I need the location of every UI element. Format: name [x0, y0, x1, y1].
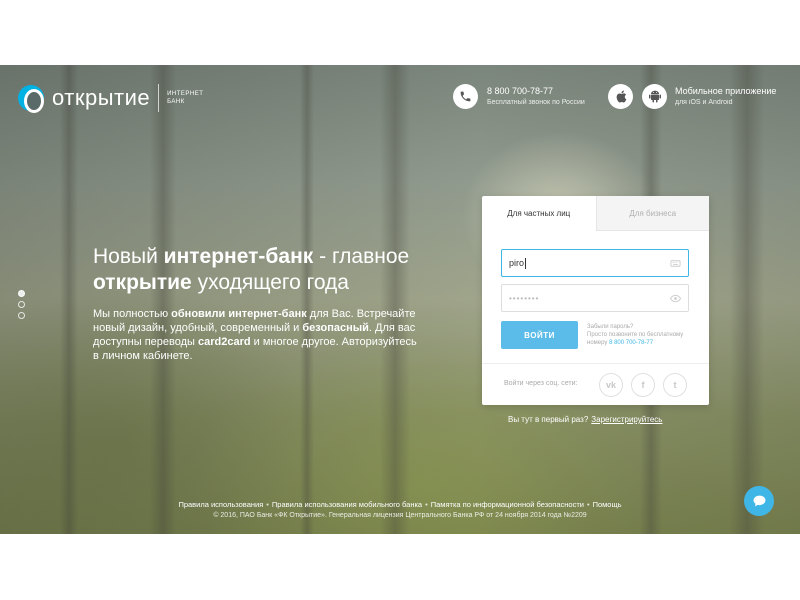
description-bold: card2card — [197, 336, 251, 348]
promo-headline: Новый интернет-банк - главное открытие у… — [93, 244, 453, 296]
description-bold: обновили интернет-банк — [171, 308, 307, 320]
login-input[interactable]: piro — [501, 249, 689, 277]
ios-app-button[interactable] — [608, 84, 633, 109]
slider-dot[interactable] — [18, 301, 25, 308]
phone-note: Бесплатный звонок по России — [487, 99, 585, 106]
headline-text: Новый — [93, 245, 164, 268]
headline-text: - главное — [313, 245, 410, 268]
footer-separator: • — [425, 500, 428, 509]
twitter-icon: t — [673, 380, 677, 390]
phone-button[interactable] — [453, 84, 478, 109]
footer-link-help[interactable]: Помощь — [593, 500, 622, 509]
text-cursor — [525, 257, 527, 269]
chat-icon — [753, 495, 765, 507]
logo-divider — [158, 84, 160, 112]
divider — [482, 363, 709, 364]
social-login-label: Войти через соц. сети: — [504, 380, 578, 387]
login-tabs: Для частных лиц Для бизнеса — [482, 196, 709, 231]
slider-dots — [18, 290, 25, 323]
description-text: Мы полностью — [93, 308, 172, 320]
headline-bold: открытие — [93, 271, 192, 294]
bank-logo[interactable]: открытие ИНТЕРНЕТ БАНК — [18, 84, 207, 113]
register-prompt: Вы тут в первый раз? Зарегистрируйтесь — [508, 415, 662, 424]
forgot-password-link[interactable]: Забыли пароль? — [587, 323, 697, 331]
vk-icon: vk — [605, 380, 616, 390]
forgot-phone-number: 8 800 700-78-77 — [609, 340, 654, 346]
register-question: Вы тут в первый раз? — [508, 415, 589, 424]
tab-business[interactable]: Для бизнеса — [595, 196, 709, 231]
login-value: piro — [509, 258, 525, 268]
login-panel: Для частных лиц Для бизнеса piro •••••••… — [482, 196, 709, 405]
description-bold: безопасный — [302, 322, 369, 334]
apple-icon — [616, 90, 626, 103]
chat-button[interactable] — [744, 486, 774, 516]
headline-text: уходящего года — [191, 271, 349, 294]
footer-link-terms[interactable]: Правила использования — [178, 500, 263, 509]
background-stage: открытие ИНТЕРНЕТ БАНК 8 800 700-78-77 Б… — [0, 65, 800, 534]
tab-personal[interactable]: Для частных лиц — [482, 196, 596, 231]
facebook-icon: f — [641, 380, 645, 390]
logo-subtitle: ИНТЕРНЕТ БАНК — [167, 91, 204, 105]
promo-description: Мы полностью обновили интернет-банк для … — [93, 307, 423, 363]
keyboard-icon[interactable] — [670, 258, 681, 269]
forgot-password: Забыли пароль? Просто позвоните по беспл… — [587, 323, 697, 347]
eye-icon[interactable] — [670, 293, 681, 304]
footer-link-security[interactable]: Памятка по информационной безопасности — [431, 500, 584, 509]
android-app-button[interactable] — [642, 84, 667, 109]
vk-login-button[interactable]: vk — [599, 373, 623, 397]
mobile-app-title: Мобильное приложение — [675, 86, 777, 96]
password-input[interactable]: •••••••• — [501, 284, 689, 312]
slider-dot[interactable] — [18, 290, 25, 297]
phone-info: 8 800 700-78-77 Бесплатный звонок по Рос… — [487, 86, 585, 106]
headline-bold: интернет-банк — [163, 245, 314, 268]
login-button[interactable]: ВОЙТИ — [501, 321, 578, 349]
password-mask: •••••••• — [509, 293, 540, 303]
slider-dot[interactable] — [18, 312, 25, 319]
phone-number: 8 800 700-78-77 — [487, 86, 554, 96]
mobile-app-info: Мобильное приложение для iOS и Android — [675, 86, 776, 106]
phone-icon — [460, 91, 471, 102]
logo-text: открытие — [52, 85, 151, 110]
mobile-app-note: для iOS и Android — [675, 99, 733, 106]
twitter-login-button[interactable]: t — [663, 373, 687, 397]
footer-links: Правила использования • Правила использова… — [0, 500, 800, 509]
android-icon — [648, 90, 661, 103]
logo-mark-icon — [18, 85, 44, 113]
facebook-login-button[interactable]: f — [631, 373, 655, 397]
footer-separator: • — [266, 500, 269, 509]
footer-separator: • — [586, 500, 590, 509]
copyright: © 2016, ПАО Банк «ФК Открытие». Генераль… — [213, 512, 587, 519]
footer-link-mobile-terms[interactable]: Правила использования мобильного банка — [272, 500, 422, 509]
register-link[interactable]: Зарегистрируйтесь — [591, 415, 662, 424]
